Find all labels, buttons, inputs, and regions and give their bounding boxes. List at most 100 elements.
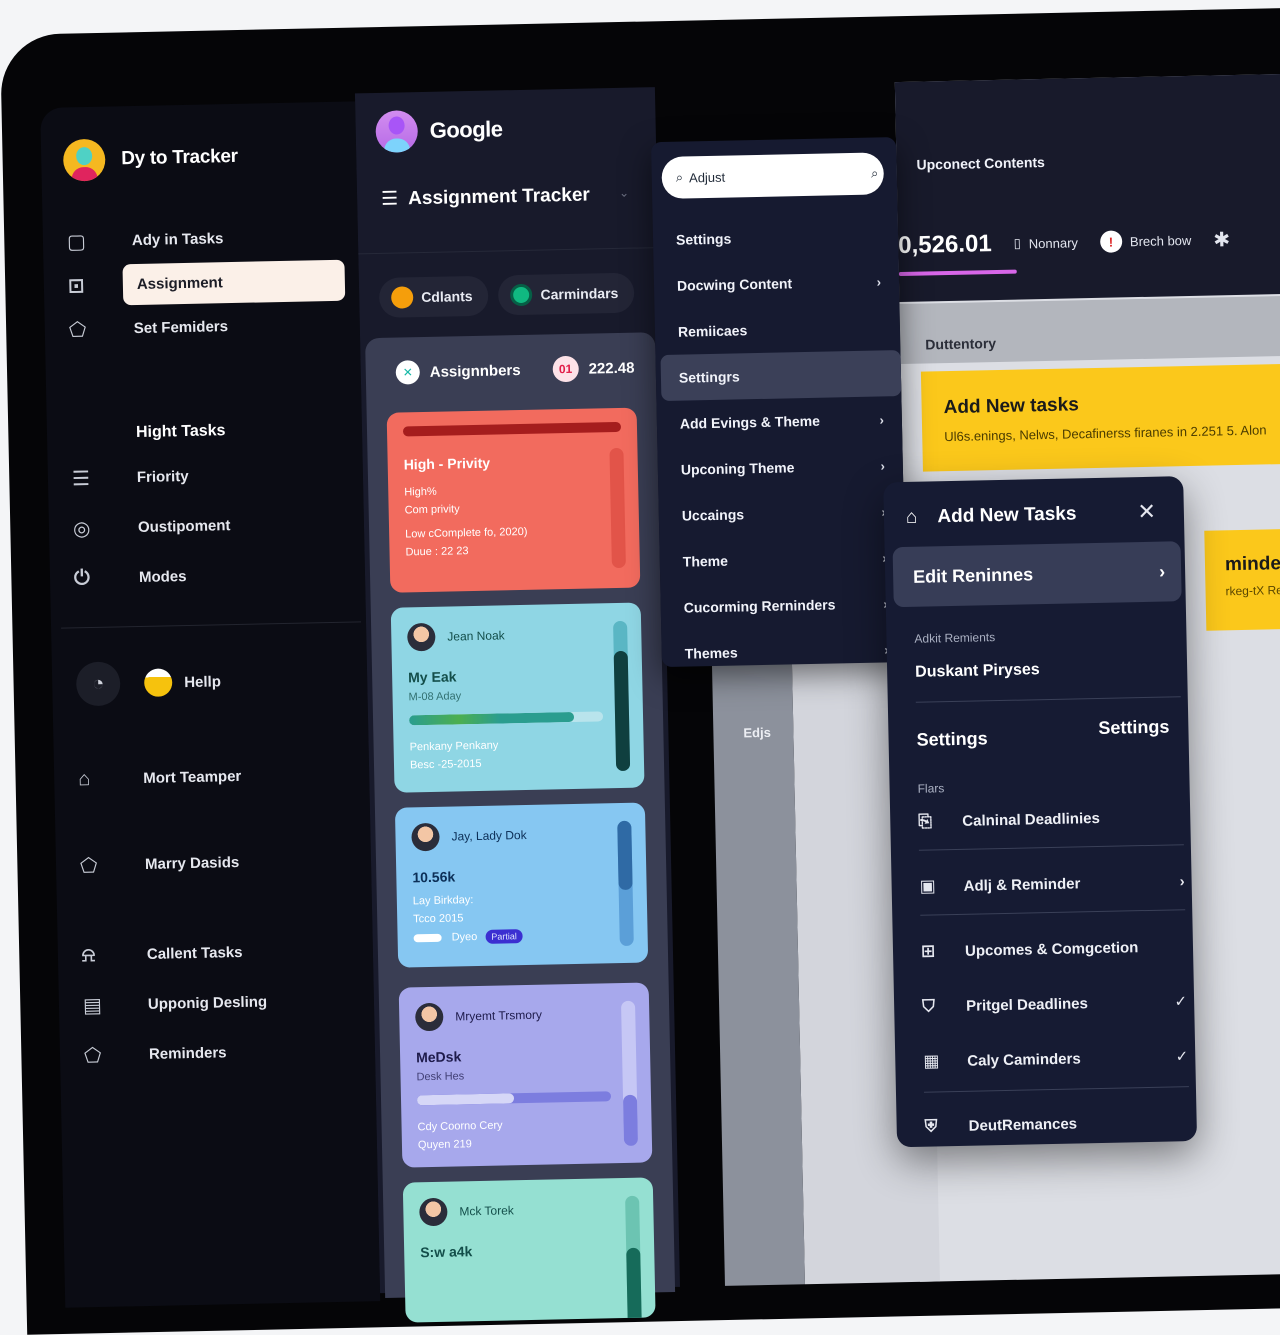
sidebar-item-modes[interactable]: ⏻ Modes: [74, 551, 355, 601]
menu-item[interactable]: Add Evings & Theme ›: [661, 396, 902, 447]
divider: [918, 844, 1184, 851]
search-input[interactable]: [688, 166, 866, 185]
stats-bar: 0,526.01 ▯ Nonnary ! Brech bow ✱: [898, 225, 1230, 277]
popup-row[interactable]: ⛉ Pritgel Deadlines ✓: [922, 981, 1188, 1027]
close-icon[interactable]: ✕: [1137, 499, 1156, 525]
document-search-icon: ⊡: [67, 274, 85, 297]
side-column: Edjs: [711, 644, 805, 1286]
section-heading: Hight Tasks: [135, 422, 226, 442]
popup-row[interactable]: ⊞ Upcomes & Comgcetion: [921, 926, 1187, 972]
settings-left[interactable]: Settings: [916, 728, 987, 750]
big-value: 0,526.01: [898, 230, 1017, 277]
clipboard-icon: ⎘: [918, 811, 933, 831]
nav-top: ▢ Ady in Tasks ⊡ Assignment ⬠ Set Femide…: [67, 214, 350, 352]
settings-menu: ⌕ ⌕ SettingsDocwing Content›RemiicaesSet…: [651, 137, 907, 668]
pentagon-icon: ⬠: [79, 854, 98, 877]
account-name: Google: [429, 116, 503, 143]
menu-item[interactable]: Remiicaes: [660, 304, 901, 355]
toggle-pill[interactable]: [413, 933, 442, 943]
count-badge: 01: [552, 355, 579, 383]
user-avatar[interactable]: [62, 138, 106, 182]
help-button[interactable]: ◔ Hellp: [75, 657, 357, 707]
menu-item[interactable]: Settingrs: [660, 350, 902, 402]
target-icon: ◎: [72, 517, 91, 540]
sidebar-item-ady-in-tasks[interactable]: ▢ Ady in Tasks: [67, 214, 348, 264]
calendar-icon: ▤: [82, 994, 103, 1017]
search-submit-icon[interactable]: ⌕: [871, 165, 879, 181]
edits-label: Edjs: [743, 724, 772, 741]
sidebar-item-callent-tasks[interactable]: ⍾ Callent Tasks: [81, 927, 362, 977]
lock-shield-icon: ⛨: [924, 1116, 938, 1136]
help-row: ◔ Hellp: [75, 657, 357, 707]
sidebar-item-upponig-desling[interactable]: ▤ Upponig Desling: [83, 977, 364, 1027]
menu-item[interactable]: Settings: [658, 212, 899, 263]
side-progress: [625, 1195, 642, 1323]
stat-nonnary[interactable]: ▯ Nonnary: [1013, 234, 1078, 251]
sidebar-item-mort-teamper[interactable]: ⌂ Mort Teamper: [78, 751, 359, 801]
header-divider: [358, 247, 659, 255]
add-tasks-banner[interactable]: Add New tasks Ul6s.enings, Nelws, Decafi…: [920, 362, 1280, 472]
sub-label: Adkit Remients: [914, 630, 996, 646]
assignment-card[interactable]: High - Privity High% Com privity Low cCo…: [386, 407, 641, 593]
divider: [923, 1086, 1189, 1093]
side-progress: [620, 1000, 639, 1146]
sidebar-item-set-femiders[interactable]: ⬠ Set Femiders: [68, 302, 349, 352]
chip-carmindars[interactable]: Carmindars: [498, 272, 635, 316]
menu-item[interactable]: Themes›: [666, 626, 907, 677]
screen: Dy to Tracker ▢ Ady in Tasks ⊡ Assignmen…: [40, 73, 1280, 1323]
group-label: Flars: [917, 781, 945, 796]
pentagon-icon: ⬠: [83, 1044, 102, 1067]
account-header[interactable]: Google: [375, 108, 503, 153]
shuffle-icon: ✕: [395, 360, 421, 385]
avatar-dot-icon: [390, 286, 414, 309]
menu-item[interactable]: Theme›: [664, 534, 905, 585]
menu-item[interactable]: Upconing Theme ›: [662, 442, 903, 493]
list-icon: ☰: [71, 467, 91, 490]
search-field[interactable]: ⌕ ⌕: [661, 152, 885, 199]
filter-chips: Cdlants Carmindars: [378, 272, 635, 318]
pentagon-icon: ⬠: [68, 318, 87, 341]
settings-right[interactable]: Settings: [1098, 716, 1169, 738]
assignment-card[interactable]: Mryemt Trsmory MeDsk Desk Hes Cdy Coorno…: [398, 982, 653, 1168]
sidebar-item-reminders[interactable]: ⬠ Reminders: [84, 1027, 365, 1077]
check-icon: ✓: [1174, 993, 1188, 1011]
shield-icon: ⛉: [921, 996, 936, 1016]
reminders-banner[interactable]: minders rkeg-tX Reminu: [1204, 527, 1280, 631]
nav-section: Hight Tasks ☰ Friority ◎ Oustipoment ⏻ M…: [71, 407, 355, 601]
sidebar-item-marry-dasids[interactable]: ⬠ Marry Dasids: [80, 837, 361, 887]
menu-item[interactable]: Uccaings›: [663, 488, 904, 539]
popup-row[interactable]: ⛨ DeutRemances: [924, 1101, 1190, 1147]
stat-brech-bow[interactable]: ! Brech bow: [1099, 229, 1192, 253]
popup-row[interactable]: ▣ Adlj & Reminder ›: [919, 861, 1185, 907]
briefcase-icon: ⊞: [920, 941, 936, 961]
hamburger-icon[interactable]: ☰: [381, 188, 399, 211]
help-avatar: [143, 668, 173, 697]
popup-row[interactable]: ⎘ Calninal Deadlinies: [918, 796, 1184, 842]
popup-row[interactable]: ▦ Caly Caminders ✓: [923, 1036, 1189, 1082]
panel-value: 222.48: [588, 359, 635, 378]
assignment-card[interactable]: Jean Noak My Eak M-08 Aday Penkany Penka…: [390, 602, 645, 793]
search-icon: ⌕: [675, 169, 684, 185]
sidebar-item-oustipoment[interactable]: ◎ Oustipoment: [73, 501, 354, 551]
scroll-indicator: [609, 447, 626, 569]
status-tag: Partial: [485, 929, 523, 944]
chip-cdlants[interactable]: Cdlants: [378, 275, 489, 318]
menu-item[interactable]: Cucorming Rerninders›: [665, 580, 906, 631]
sidebar-divider: [61, 621, 362, 629]
chevron-right-icon: ›: [880, 457, 885, 473]
assignment-card[interactable]: Mck Torek S:w a4k: [402, 1177, 656, 1323]
chevron-down-icon[interactable]: ⌄: [619, 186, 629, 200]
bell-icon: ⍾: [81, 943, 96, 966]
sidebar-item-assignment[interactable]: ⊡ Assignment: [67, 258, 348, 308]
sub-text[interactable]: Duskant Piryses: [915, 661, 1040, 682]
edit-reminders-button[interactable]: Edit Reninnes ›: [892, 541, 1182, 608]
menu-item[interactable]: Docwing Content ›: [659, 258, 900, 309]
sidebar-item-friority[interactable]: ☰ Friority: [71, 451, 352, 501]
calendar-icon: ▦: [923, 1051, 940, 1071]
assignment-column: Google ☰ Assignment Tracker ⌄ Cdlants Ca…: [354, 87, 680, 1323]
value-underline: [898, 269, 1017, 277]
asterisk-icon[interactable]: ✱: [1213, 227, 1230, 252]
side-progress: [617, 820, 634, 947]
assignment-card[interactable]: Jay, Lady Dok 10.56k Lay Birkday: Tcco 2…: [394, 802, 649, 968]
document-icon: ▯: [1013, 235, 1021, 251]
